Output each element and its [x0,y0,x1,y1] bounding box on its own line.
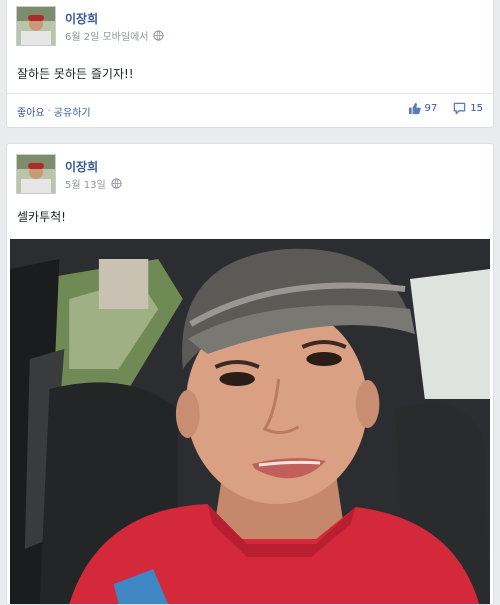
globe-icon[interactable] [153,30,165,41]
comment-icon[interactable] [453,102,466,115]
post-timestamp[interactable]: 5월 13일 [65,176,106,191]
post-timestamp[interactable]: 6월 2일 모바일에서 [65,28,148,43]
post-stats: 97 15 [408,102,483,115]
post-meta: 6월 2일 모바일에서 [65,28,165,43]
author-name[interactable]: 이장희 [65,158,98,175]
post-text: 잘하든 못하든 즐기자!! [17,67,134,81]
author-avatar[interactable] [16,154,56,194]
post-meta: 5월 13일 [65,176,122,191]
comment-count[interactable]: 15 [470,103,483,114]
globe-icon[interactable] [111,178,122,189]
post-photo[interactable] [10,239,490,604]
selfie-photo [10,239,490,604]
post-card-1: 이장희 6월 2일 모바일에서 잘하든 못하든 즐기자!! 좋아요 · 공유하기… [6,0,494,128]
action-separator: · [47,106,51,117]
like-link[interactable]: 좋아요 [17,104,45,119]
divider [7,93,493,94]
thumbs-up-icon[interactable] [408,102,421,115]
avatar-image [17,7,55,45]
author-avatar[interactable] [16,6,56,46]
post-card-2: 이장희 5월 13일 셀카투척! [6,143,494,605]
share-link[interactable]: 공유하기 [54,104,91,119]
post-actions: 좋아요 · 공유하기 [17,104,91,119]
author-name[interactable]: 이장희 [65,10,98,27]
like-count[interactable]: 97 [425,103,438,114]
post-text: 셀카투척! [17,210,66,224]
avatar-image [17,155,55,193]
